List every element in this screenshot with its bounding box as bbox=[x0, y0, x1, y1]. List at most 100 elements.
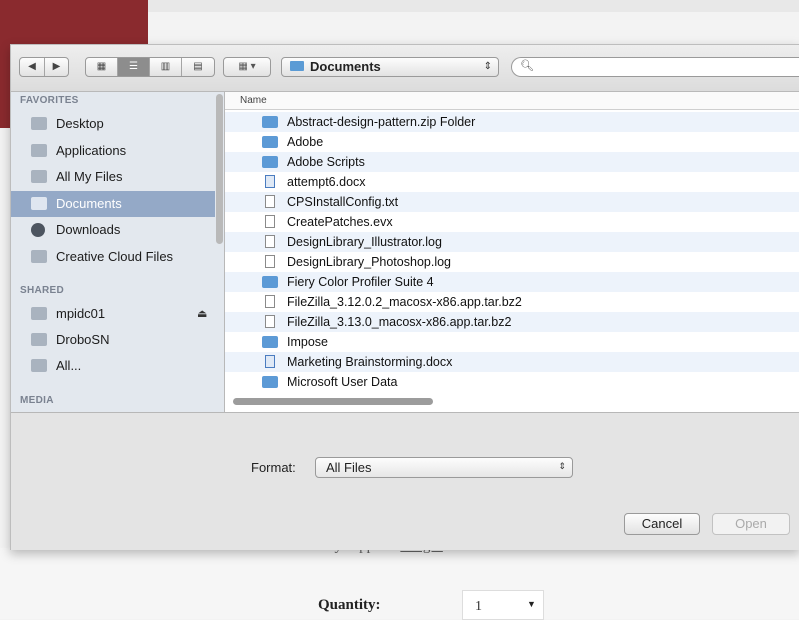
sidebar-item-desktop[interactable]: Desktop bbox=[11, 111, 215, 137]
popup-arrows-icon: ⇕ bbox=[483, 61, 492, 72]
horizontal-scrollbar[interactable] bbox=[233, 398, 433, 405]
file-row[interactable]: Fiery Color Profiler Suite 4 bbox=[225, 272, 799, 292]
dialog-toolbar: ◀ ▶ ▦ ☰ ▥ ▤ ▦ ▾ Documents ⇕ 🔍︎ bbox=[11, 45, 799, 92]
file-row[interactable]: Impose bbox=[225, 332, 799, 352]
eject-icon[interactable]: ⏏ bbox=[197, 307, 207, 320]
desktop-icon bbox=[31, 117, 47, 130]
chevron-down-icon: ▼ bbox=[527, 599, 536, 609]
sidebar-item-documents[interactable]: Documents bbox=[11, 191, 215, 217]
document-icon bbox=[265, 235, 275, 248]
sidebar-item-downloads[interactable]: Downloads bbox=[11, 217, 215, 243]
sidebar-scrollbar[interactable] bbox=[216, 94, 223, 244]
downloads-icon bbox=[31, 223, 45, 237]
file-name: Adobe bbox=[287, 135, 324, 149]
column-view-icon[interactable]: ▥ bbox=[150, 58, 182, 76]
file-row[interactable]: DesignLibrary_Photoshop.log bbox=[225, 252, 799, 272]
view-mode-buttons: ▦ ☰ ▥ ▤ bbox=[85, 57, 215, 77]
sidebar-item-label: mpidc01 bbox=[56, 306, 106, 321]
cancel-button[interactable]: Cancel bbox=[624, 513, 700, 535]
sidebar-item-label: Documents bbox=[56, 196, 122, 211]
arrange-icon[interactable]: ▦ ▾ bbox=[223, 57, 271, 77]
folder-icon bbox=[262, 116, 278, 128]
applications-icon bbox=[31, 144, 47, 157]
file-name: Abstract-design-pattern.zip Folder bbox=[287, 115, 476, 129]
sidebar-item-label: Applications bbox=[56, 143, 127, 158]
nav-buttons: ◀ ▶ bbox=[19, 57, 69, 77]
file-name: DesignLibrary_Photoshop.log bbox=[287, 255, 451, 269]
monitor-icon bbox=[31, 333, 47, 346]
search-input[interactable]: 🔍︎ bbox=[511, 57, 799, 77]
file-row[interactable]: FileZilla_3.13.0_macosx-x86.app.tar.bz2 bbox=[225, 312, 799, 332]
word-document-icon bbox=[265, 355, 275, 368]
file-name: Microsoft User Data bbox=[287, 375, 398, 389]
file-row[interactable]: Marketing Brainstorming.docx bbox=[225, 352, 799, 372]
file-name: CPSInstallConfig.txt bbox=[287, 195, 399, 209]
file-row[interactable]: CPSInstallConfig.txt bbox=[225, 192, 799, 212]
archive-icon bbox=[265, 315, 275, 328]
page-top-strip bbox=[148, 0, 799, 12]
folder-icon bbox=[262, 156, 278, 168]
file-name: DesignLibrary_Illustrator.log bbox=[287, 235, 442, 249]
sidebar-item-label: Downloads bbox=[56, 222, 121, 237]
quantity-label: Quantity: bbox=[318, 597, 381, 613]
location-popup[interactable]: Documents ⇕ bbox=[281, 57, 499, 77]
document-icon bbox=[265, 215, 275, 228]
dialog-footer: Format: All Files ⇕ Cancel Open bbox=[11, 412, 799, 550]
file-name: Marketing Brainstorming.docx bbox=[287, 355, 453, 369]
list-view-icon[interactable]: ☰ bbox=[118, 58, 150, 76]
file-row[interactable]: Adobe Scripts bbox=[225, 152, 799, 172]
format-select[interactable]: All Files ⇕ bbox=[315, 457, 573, 478]
folder-icon bbox=[31, 250, 47, 263]
column-header-name: Name bbox=[240, 95, 267, 106]
folder-icon bbox=[262, 336, 278, 348]
all-files-icon bbox=[31, 170, 47, 183]
server-icon bbox=[31, 307, 47, 320]
sidebar-item-label: DroboSN bbox=[56, 332, 110, 347]
sidebar-item-label: All... bbox=[56, 358, 82, 373]
file-name: FileZilla_3.13.0_macosx-x86.app.tar.bz2 bbox=[287, 315, 512, 329]
format-label: Format: bbox=[251, 460, 296, 475]
file-name: Fiery Color Profiler Suite 4 bbox=[287, 275, 434, 289]
file-row[interactable]: Abstract-design-pattern.zip Folder bbox=[225, 112, 799, 132]
file-row[interactable]: attempt6.docx bbox=[225, 172, 799, 192]
file-row[interactable]: CreatePatches.evx bbox=[225, 212, 799, 232]
page-background bbox=[0, 548, 799, 619]
format-value: All Files bbox=[326, 460, 372, 475]
shared-heading: SHARED bbox=[20, 285, 65, 296]
folder-icon bbox=[262, 376, 278, 388]
file-row[interactable]: Microsoft User Data bbox=[225, 372, 799, 392]
location-label: Documents bbox=[310, 59, 381, 74]
file-name: FileZilla_3.12.0.2_macosx-x86.app.tar.bz… bbox=[287, 295, 522, 309]
quantity-value: 1 bbox=[475, 599, 482, 614]
popup-arrows-icon: ⇕ bbox=[558, 461, 566, 471]
sidebar-item-creative-cloud-files[interactable]: Creative Cloud Files bbox=[11, 244, 215, 270]
back-arrow-icon[interactable]: ◀ bbox=[20, 58, 45, 76]
documents-icon bbox=[31, 197, 47, 210]
folder-icon bbox=[290, 61, 304, 71]
sidebar-item-all-my-files[interactable]: All My Files bbox=[11, 164, 215, 190]
quantity-select[interactable]: 1 ▼ bbox=[462, 590, 544, 620]
sidebar-item-mpidc01[interactable]: mpidc01 ⏏ bbox=[11, 301, 215, 327]
file-row[interactable]: FileZilla_3.12.0.2_macosx-x86.app.tar.bz… bbox=[225, 292, 799, 312]
forward-arrow-icon[interactable]: ▶ bbox=[45, 58, 68, 76]
column-header[interactable]: Name bbox=[225, 92, 799, 110]
archive-icon bbox=[265, 295, 275, 308]
file-name: CreatePatches.evx bbox=[287, 215, 393, 229]
document-icon bbox=[265, 255, 275, 268]
word-document-icon bbox=[265, 175, 275, 188]
sidebar-item-label: Creative Cloud Files bbox=[56, 249, 174, 264]
file-name: Impose bbox=[287, 335, 328, 349]
sidebar-item-applications[interactable]: Applications bbox=[11, 138, 215, 164]
file-list: Name Abstract-design-pattern.zip Folder A… bbox=[225, 92, 799, 412]
icon-view-icon[interactable]: ▦ bbox=[86, 58, 118, 76]
coverflow-view-icon[interactable]: ▤ bbox=[182, 58, 214, 76]
file-name: attempt6.docx bbox=[287, 175, 366, 189]
search-icon: 🔍︎ bbox=[520, 60, 534, 72]
file-row[interactable]: DesignLibrary_Illustrator.log bbox=[225, 232, 799, 252]
sidebar-item-all[interactable]: All... bbox=[11, 353, 215, 379]
favorites-heading: FAVORITES bbox=[20, 95, 79, 106]
open-button[interactable]: Open bbox=[712, 513, 790, 535]
folder-icon bbox=[262, 136, 278, 148]
file-row[interactable]: Adobe bbox=[225, 132, 799, 152]
sidebar-item-drobosn[interactable]: DroboSN bbox=[11, 327, 215, 353]
